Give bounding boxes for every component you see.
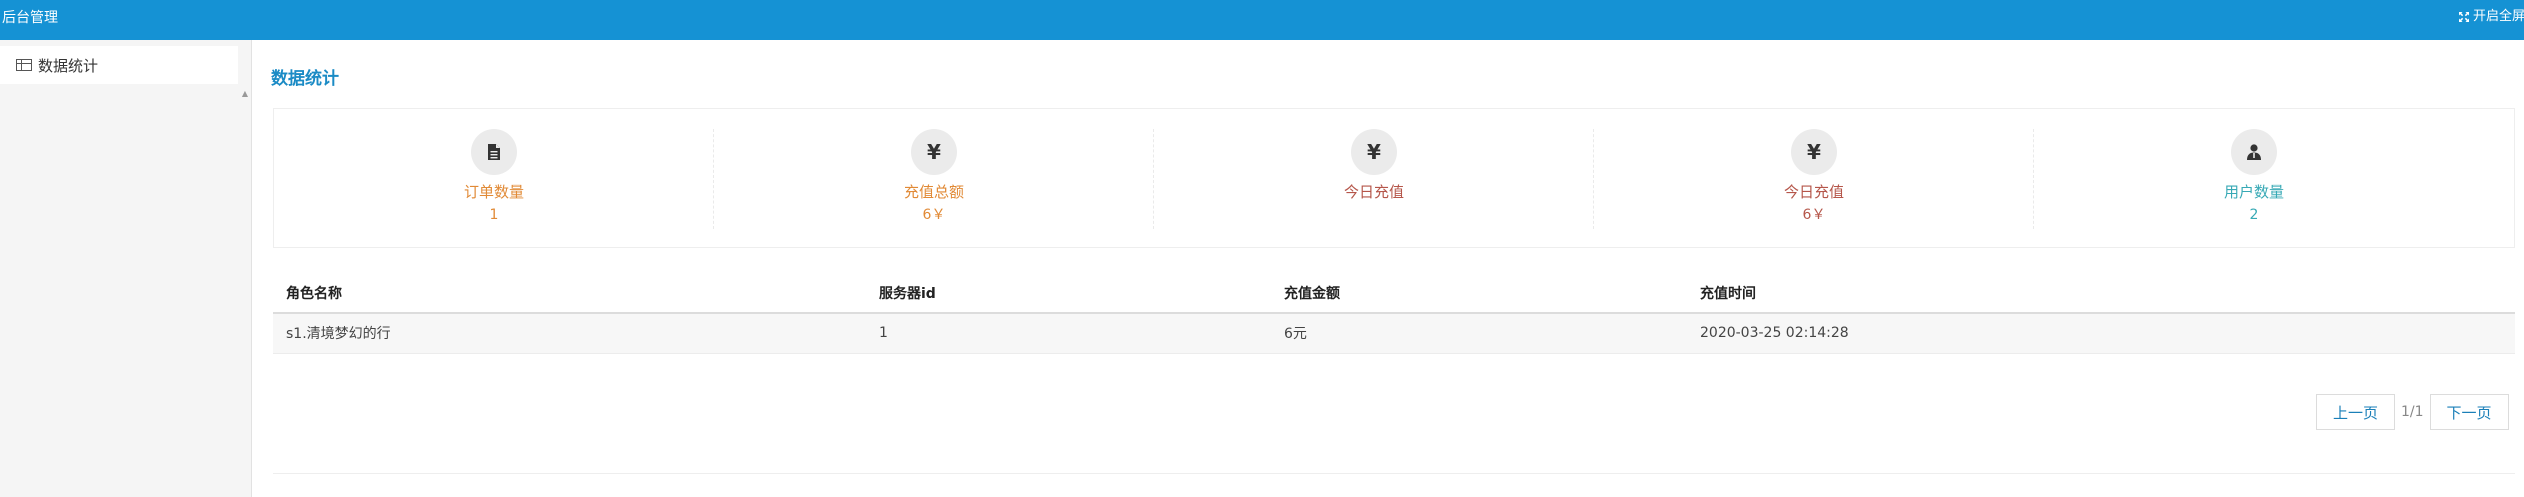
page-title: 数据统计: [271, 69, 339, 89]
stat-total-recharge: ¥ 充值总额 6￥: [714, 121, 1154, 237]
stat-today-recharge-a: ¥ 今日充值: [1154, 121, 1594, 237]
stat-label: 今日充值: [1343, 183, 1404, 201]
document-icon: [471, 129, 517, 175]
cell-amount: 6元: [1271, 313, 1687, 354]
stat-label: 用户数量: [2223, 183, 2284, 201]
column-header-amount: 充值金额: [1271, 273, 1687, 314]
fullscreen-label: 开启全屏: [2473, 9, 2524, 24]
next-page-button[interactable]: 下一页: [2429, 394, 2509, 430]
recharge-table: 角色名称 服务器id 充值金额 充值时间 s1.清境梦幻的行 1 6元 2020…: [273, 273, 2515, 354]
prev-page-button[interactable]: 上一页: [2316, 394, 2396, 430]
column-header-role-name: 角色名称: [273, 273, 866, 314]
stat-label: 订单数量: [463, 183, 524, 201]
expand-icon: [2459, 12, 2469, 22]
stats-panel: 订单数量 1 ¥ 充值总额 6￥ ¥ 今日充值 ¥ 今日充值 6￥ 用户数量 2: [273, 108, 2515, 248]
sidebar: 数据统计 ▲: [0, 40, 252, 497]
table-row: s1.清境梦幻的行 1 6元 2020-03-25 02:14:28: [273, 313, 2515, 354]
column-header-server-id: 服务器id: [866, 273, 1271, 314]
yen-icon: ¥: [911, 129, 957, 175]
cell-time: 2020-03-25 02:14:28: [1687, 313, 2515, 354]
yen-icon: ¥: [1351, 129, 1397, 175]
column-header-time: 充值时间: [1687, 273, 2515, 314]
brand-title[interactable]: 后台管理: [2, 10, 58, 26]
divider: [273, 473, 2515, 474]
page-indicator: 1/1: [2401, 404, 2424, 420]
main-content: 数据统计 订单数量 1 ¥ 充值总额 6￥ ¥ 今日充值 ¥ 今日充值 6￥ 用…: [253, 40, 2524, 497]
sidebar-item-statistics[interactable]: 数据统计: [0, 46, 238, 84]
stat-value: 1: [489, 207, 499, 223]
user-icon: [2231, 129, 2277, 175]
cell-server-id: 1: [866, 313, 1271, 354]
scroll-up-arrow-icon[interactable]: ▲: [239, 88, 251, 100]
top-bar: 后台管理 开启全屏: [0, 0, 2524, 40]
stat-label: 今日充值: [1783, 183, 1844, 201]
table-icon: [16, 59, 32, 71]
table-header-row: 角色名称 服务器id 充值金额 充值时间: [273, 273, 2515, 314]
stat-label: 充值总额: [903, 183, 964, 201]
stat-today-recharge: ¥ 今日充值 6￥: [1594, 121, 2034, 237]
fullscreen-toggle[interactable]: 开启全屏: [2458, 9, 2524, 25]
stat-value: 6￥: [1802, 207, 1826, 223]
yen-icon: ¥: [1791, 129, 1837, 175]
stat-user-count: 用户数量 2: [2034, 121, 2474, 237]
stat-order-count: 订单数量 1: [274, 121, 714, 237]
stat-value: 6￥: [922, 207, 946, 223]
pagination: 上一页 1/1 下一页: [2316, 394, 2509, 430]
sidebar-item-label: 数据统计: [38, 56, 99, 75]
cell-role-name: s1.清境梦幻的行: [273, 313, 866, 354]
stat-value: 2: [2249, 207, 2259, 223]
